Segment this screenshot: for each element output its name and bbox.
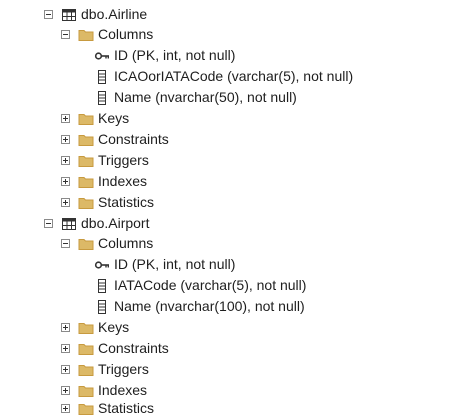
folder-icon bbox=[78, 153, 94, 169]
collapse-toggle-icon[interactable] bbox=[61, 239, 70, 248]
tree-node-columns-folder[interactable]: Columns bbox=[61, 233, 153, 254]
folder-label: Columns bbox=[98, 235, 154, 251]
folder-icon bbox=[78, 383, 94, 399]
folder-icon bbox=[78, 236, 94, 252]
tree-node-column[interactable]: IATACode (varchar(5), not null) bbox=[94, 275, 306, 296]
tree-node-column[interactable]: Name (nvarchar(100), not null) bbox=[94, 296, 305, 317]
column-label: ICAOorIATACode (varchar(5), not null) bbox=[114, 68, 354, 84]
folder-icon bbox=[78, 401, 94, 417]
folder-icon bbox=[78, 111, 94, 127]
folder-label: Columns bbox=[98, 26, 154, 42]
tree-node-table-airport[interactable]: dbo.Airport bbox=[44, 213, 149, 234]
expand-toggle-icon[interactable] bbox=[61, 198, 70, 207]
tree-node-column[interactable]: ICAOorIATACode (varchar(5), not null) bbox=[94, 66, 353, 87]
folder-icon bbox=[78, 195, 94, 211]
object-explorer-tree: dbo.Airline Columns ID (PK, int, not nul… bbox=[0, 0, 474, 419]
tree-node-constraints-folder[interactable]: Constraints bbox=[61, 129, 169, 150]
tree-node-statistics-folder[interactable]: Statistics bbox=[61, 192, 154, 213]
folder-label: Triggers bbox=[98, 152, 149, 168]
expand-toggle-icon[interactable] bbox=[61, 365, 70, 374]
tree-node-column[interactable]: Name (nvarchar(50), not null) bbox=[94, 87, 297, 108]
expand-toggle-icon[interactable] bbox=[61, 177, 70, 186]
column-icon bbox=[94, 278, 110, 294]
folder-label: Indexes bbox=[98, 173, 148, 189]
table-name: dbo.Airport bbox=[81, 215, 150, 231]
expand-toggle-icon[interactable] bbox=[61, 386, 70, 395]
table-icon bbox=[61, 216, 77, 232]
folder-icon bbox=[78, 341, 94, 357]
folder-icon bbox=[78, 320, 94, 336]
folder-icon bbox=[78, 27, 94, 43]
tree-node-triggers-folder[interactable]: Triggers bbox=[61, 150, 149, 171]
tree-node-triggers-folder[interactable]: Triggers bbox=[61, 359, 149, 380]
table-name: dbo.Airline bbox=[81, 6, 148, 22]
folder-label: Triggers bbox=[98, 361, 149, 377]
folder-label: Statistics bbox=[98, 194, 155, 210]
expand-toggle-icon[interactable] bbox=[61, 404, 70, 413]
folder-label: Constraints bbox=[98, 131, 169, 147]
tree-node-columns-folder[interactable]: Columns bbox=[61, 24, 153, 45]
folder-label: Keys bbox=[98, 110, 130, 126]
column-label: Name (nvarchar(100), not null) bbox=[114, 298, 305, 314]
folder-label: Statistics bbox=[98, 400, 155, 416]
expand-toggle-icon[interactable] bbox=[61, 344, 70, 353]
column-icon bbox=[94, 90, 110, 106]
column-label: ID (PK, int, not null) bbox=[114, 47, 236, 63]
tree-node-statistics-folder[interactable]: Statistics bbox=[61, 398, 154, 419]
folder-icon bbox=[78, 174, 94, 190]
key-icon bbox=[94, 48, 110, 64]
tree-node-table-airline[interactable]: dbo.Airline bbox=[44, 4, 147, 25]
folder-label: Keys bbox=[98, 319, 130, 335]
folder-icon bbox=[78, 362, 94, 378]
key-icon bbox=[94, 257, 110, 273]
folder-label: Constraints bbox=[98, 340, 169, 356]
column-icon bbox=[94, 69, 110, 85]
tree-node-column[interactable]: ID (PK, int, not null) bbox=[94, 254, 235, 275]
collapse-toggle-icon[interactable] bbox=[44, 219, 53, 228]
tree-node-keys-folder[interactable]: Keys bbox=[61, 108, 129, 129]
collapse-toggle-icon[interactable] bbox=[44, 10, 53, 19]
tree-node-constraints-folder[interactable]: Constraints bbox=[61, 338, 169, 359]
collapse-toggle-icon[interactable] bbox=[61, 30, 70, 39]
tree-node-keys-folder[interactable]: Keys bbox=[61, 317, 129, 338]
tree-node-indexes-folder[interactable]: Indexes bbox=[61, 171, 147, 192]
column-icon bbox=[94, 299, 110, 315]
column-label: IATACode (varchar(5), not null) bbox=[114, 277, 307, 293]
expand-toggle-icon[interactable] bbox=[61, 323, 70, 332]
expand-toggle-icon[interactable] bbox=[61, 135, 70, 144]
tree-node-column[interactable]: ID (PK, int, not null) bbox=[94, 45, 235, 66]
table-icon bbox=[61, 7, 77, 23]
column-label: Name (nvarchar(50), not null) bbox=[114, 89, 297, 105]
expand-toggle-icon[interactable] bbox=[61, 156, 70, 165]
expand-toggle-icon[interactable] bbox=[61, 114, 70, 123]
column-label: ID (PK, int, not null) bbox=[114, 256, 236, 272]
folder-icon bbox=[78, 132, 94, 148]
